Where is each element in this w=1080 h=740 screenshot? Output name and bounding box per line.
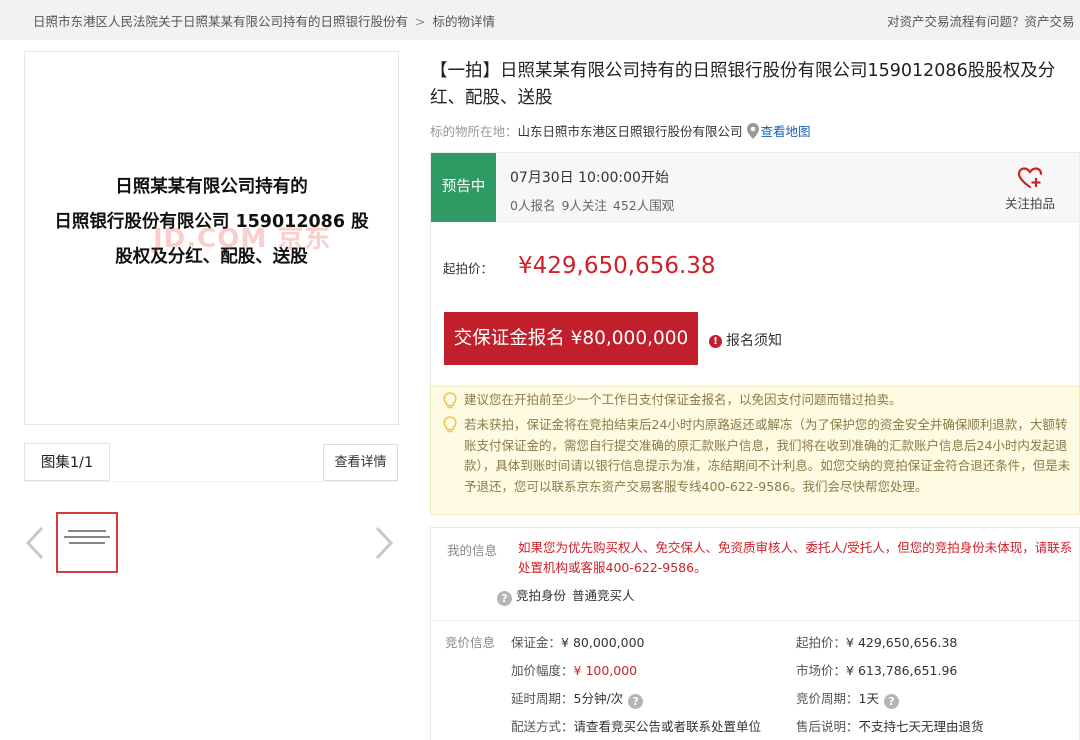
increment-row: 加价幅度：¥ 100,000 <box>511 660 637 679</box>
chevron-left-icon[interactable] <box>24 525 46 561</box>
delay-value: 5分钟/次 <box>573 691 624 706</box>
lightbulb-icon <box>443 392 457 409</box>
deposit-key: 保证金： <box>511 635 562 650</box>
market-price-key: 市场价： <box>796 663 847 678</box>
status-badge: 预告中 <box>431 153 496 222</box>
watcher-count: 452人围观 <box>612 198 675 213</box>
price-box: 起拍价： ¥429,650,656.38 交保证金报名 ¥80,000,000 … <box>430 222 1080 386</box>
aftersale-key: 售后说明： <box>796 719 859 734</box>
main-image[interactable]: 日照某某有限公司持有的 日照银行股份有限公司 159012086 股 股权及分红… <box>24 51 399 425</box>
auction-stats: 0人报名 9人关注 452人围观 <box>510 195 680 214</box>
alert-circle-icon: ! <box>709 335 722 348</box>
location-value: 山东日照市东港区日照银行股份有限公司 <box>517 124 743 139</box>
chevron-right-icon[interactable] <box>373 525 395 561</box>
divider <box>431 620 1079 621</box>
gallery-tab[interactable]: 图集1/1 <box>24 443 110 482</box>
start-price-value: ¥429,650,656.38 <box>518 253 716 279</box>
delay-key: 延时周期： <box>511 691 574 706</box>
location-pin-icon <box>746 123 759 142</box>
delivery-key: 配送方式： <box>511 719 574 734</box>
question-icon[interactable]: ? <box>497 591 512 606</box>
market-price-value: ¥ 613,786,651.96 <box>846 663 958 678</box>
gallery-divider <box>24 481 399 482</box>
signup-notice-label: 报名须知 <box>726 333 782 349</box>
top-bar: 日照市东港区人民法院关于日照某某有限公司持有的日照银行股份有 > 标的物详情 对资产… <box>0 0 1080 40</box>
question-icon[interactable]: ? <box>628 694 644 709</box>
follow-item-button[interactable]: 关注拍品 <box>997 167 1063 212</box>
bid-info-label: 竞价信息 <box>445 635 496 650</box>
identity-label: 竞拍身份 <box>516 588 567 603</box>
bid-info-box: 我的信息 如果您为优先购买权人、免交保人、免资质审核人、委托人/受托人，但您的竞… <box>430 527 1080 740</box>
delay-row: 延时周期：5分钟/次? <box>511 688 644 709</box>
start-price-key: 起拍价： <box>796 635 847 650</box>
signup-notice-link[interactable]: ! 报名须知 <box>709 330 782 350</box>
start-time: 07月30日 10:00:00开始 <box>510 170 669 186</box>
deposit-row: 保证金：¥ 80,000,000 <box>511 632 645 651</box>
deposit-value: ¥ 80,000,000 <box>561 635 645 650</box>
thumb-line <box>64 536 110 538</box>
caption-line-1: 日照某某有限公司持有的 <box>115 177 308 197</box>
breadcrumb-current: 标的物详情 <box>432 14 496 29</box>
start-price-row: 起拍价：¥ 429,650,656.38 <box>796 632 957 651</box>
market-price-row: 市场价：¥ 613,786,651.96 <box>796 660 957 679</box>
increment-value: ¥ 100,000 <box>573 663 638 678</box>
identity-value: 普通竞买人 <box>572 588 635 603</box>
breadcrumb: 日照市东港区人民法院关于日照某某有限公司持有的日照银行股份有 > 标的物详情 <box>33 11 495 30</box>
auction-status-box: 预告中 07月30日 10:00:00开始 0人报名 9人关注 452人围观 关注拍… <box>430 152 1080 222</box>
view-detail-button[interactable]: 查看详情 <box>323 444 398 481</box>
start-price-label: 起拍价： <box>443 261 494 276</box>
thumb-line <box>69 542 105 544</box>
breadcrumb-separator: > <box>415 14 426 29</box>
view-map-link[interactable]: 查看地图 <box>761 124 811 139</box>
lightbulb-icon <box>443 416 457 433</box>
aftersale-row: 售后说明：不支持七天无理由退货 <box>796 716 984 735</box>
bidder-identity: ? 竞拍身份 普通竞买人 <box>497 585 635 606</box>
follow-label: 关注拍品 <box>1004 196 1055 211</box>
location-label: 标的物所在地： <box>430 124 518 139</box>
breadcrumb-court-item[interactable]: 日照市东港区人民法院关于日照某某有限公司持有的日照银行股份有 <box>33 14 408 29</box>
gallery-thumbnail[interactable] <box>56 512 118 573</box>
deposit-tips: 建议您在开拍前至少一个工作日支付保证金报名，以免因支付问题而错过拍卖。 若未获拍… <box>430 386 1080 515</box>
delivery-value: 请查看竞买公告或者联系处置单位 <box>573 719 762 734</box>
location-row: 标的物所在地：山东日照市东港区日照银行股份有限公司 查看地图 <box>430 121 811 142</box>
my-info-label: 我的信息 <box>447 543 498 558</box>
thumb-line <box>68 530 106 532</box>
heart-plus-icon <box>1017 167 1043 189</box>
help-link[interactable]: 对资产交易流程有问题？资产交易 <box>887 11 1080 30</box>
delivery-row: 配送方式：请查看竞买公告或者联系处置单位 <box>511 716 761 735</box>
signup-count: 0人报名 <box>510 198 556 213</box>
start-price-val: ¥ 429,650,656.38 <box>846 635 958 650</box>
watermark: JD.COM 京东 <box>153 224 332 254</box>
question-icon[interactable]: ? <box>883 694 899 709</box>
item-title: 【一拍】日照某某有限公司持有的日照银行股份有限公司159012086股股权及分红… <box>430 61 1056 108</box>
increment-key: 加价幅度： <box>511 663 574 678</box>
my-info-message: 如果您为优先购买权人、免交保人、免资质审核人、委托人/受托人，但您的竞拍身份未体… <box>518 540 1073 575</box>
follower-count: 9人关注 <box>561 198 607 213</box>
cycle-value: 1天 <box>858 691 879 706</box>
pay-deposit-button[interactable]: 交保证金报名 ¥80,000,000 <box>444 312 698 365</box>
cycle-row: 竞价周期：1天? <box>796 688 899 709</box>
tip-1: 建议您在开拍前至少一个工作日支付保证金报名，以免因支付问题而错过拍卖。 <box>464 392 902 407</box>
aftersale-value: 不支持七天无理由退货 <box>858 719 984 734</box>
cycle-key: 竞价周期： <box>796 691 859 706</box>
tip-2: 若未获拍，保证金将在竞拍结束后24小时内原路返还或解冻（为了保护您的资金安全并确… <box>464 417 1071 494</box>
